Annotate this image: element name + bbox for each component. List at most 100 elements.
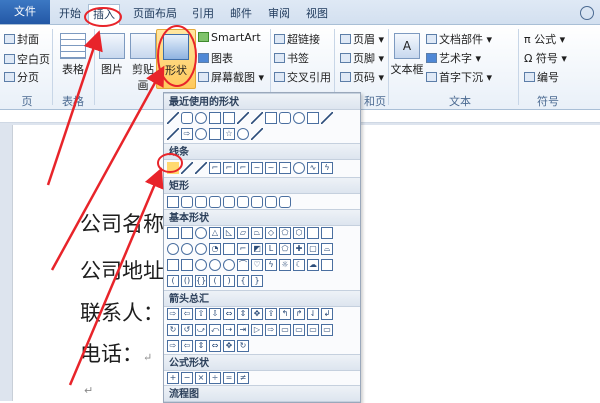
wordart-button[interactable]: 艺术字 ▾ xyxy=(426,50,481,66)
shape-item[interactable]: ⇥ xyxy=(237,324,249,336)
shape-item[interactable]: ~ xyxy=(265,162,277,174)
shape-item[interactable]: ⇦ xyxy=(181,340,193,352)
shape-item[interactable]: ⇧ xyxy=(195,308,207,320)
shape-item[interactable] xyxy=(209,259,221,271)
tab-insert[interactable]: 插入 xyxy=(88,4,120,25)
shape-item[interactable] xyxy=(181,227,193,239)
shape-item[interactable]: × xyxy=(195,372,207,384)
shape-item[interactable]: ☆ xyxy=(223,128,235,140)
shape-item[interactable]: ⬠ xyxy=(279,227,291,239)
shape-item[interactable]: ⌒ xyxy=(237,259,249,271)
shape-item[interactable] xyxy=(181,243,193,255)
shape-item[interactable]: ↱ xyxy=(293,308,305,320)
tab-view[interactable]: 视图 xyxy=(304,4,330,23)
shape-item[interactable]: ∿ xyxy=(307,162,319,174)
shape-item[interactable] xyxy=(181,259,193,271)
shape-item[interactable]: ⇨ xyxy=(167,308,179,320)
shape-item[interactable] xyxy=(321,112,333,124)
shape-item[interactable]: − xyxy=(181,372,193,384)
shape-item[interactable] xyxy=(237,128,249,140)
shape-item[interactable]: ✥ xyxy=(251,308,263,320)
shape-item[interactable]: ⬡ xyxy=(293,227,305,239)
shape-item[interactable]: ~ xyxy=(279,162,291,174)
blank-page-button[interactable]: 空白页 xyxy=(4,51,50,67)
shape-item[interactable]: ↺ xyxy=(181,324,193,336)
shape-item[interactable]: { xyxy=(237,275,249,287)
page-number-button[interactable]: 页码 ▾ xyxy=(340,69,384,85)
shape-item[interactable] xyxy=(279,196,291,208)
shape-item[interactable]: ⌐ xyxy=(223,162,235,174)
shape-item[interactable]: ↲ xyxy=(321,308,333,320)
shape-item[interactable] xyxy=(181,162,193,174)
screenshot-button[interactable]: 屏幕截图 ▾ xyxy=(198,69,264,85)
shape-item[interactable]: ⇔ xyxy=(209,340,221,352)
shape-item[interactable]: ϟ xyxy=(321,162,333,174)
shape-item[interactable]: ↰ xyxy=(279,308,291,320)
shape-item[interactable]: ⇔ xyxy=(223,308,235,320)
shape-item[interactable] xyxy=(307,112,319,124)
tab-file[interactable]: 文件 xyxy=(0,0,50,24)
tab-mailings[interactable]: 邮件 xyxy=(228,4,254,23)
shape-item[interactable] xyxy=(167,196,179,208)
shape-item[interactable]: ↻ xyxy=(167,324,179,336)
shape-item[interactable] xyxy=(167,112,179,124)
shape-item[interactable] xyxy=(321,259,333,271)
shape-item[interactable]: ▢ xyxy=(307,243,319,255)
shape-item[interactable]: ⇦ xyxy=(181,308,193,320)
shape-item[interactable] xyxy=(209,112,221,124)
shape-item[interactable] xyxy=(195,227,207,239)
smartart-button[interactable]: SmartArt xyxy=(198,31,261,44)
shape-item[interactable] xyxy=(195,259,207,271)
shape-item[interactable]: ✥ xyxy=(223,340,235,352)
hyperlink-button[interactable]: 超链接 xyxy=(274,31,320,47)
shape-item[interactable]: ⌓ xyxy=(321,243,333,255)
shape-item[interactable] xyxy=(279,112,291,124)
cross-reference-button[interactable]: 交叉引用 xyxy=(274,69,331,85)
tab-references[interactable]: 引用 xyxy=(190,4,216,23)
shape-item[interactable]: ⇃ xyxy=(307,308,319,320)
shape-item[interactable]: ↻ xyxy=(237,340,249,352)
shape-item[interactable]: ⇨ xyxy=(167,340,179,352)
shape-item[interactable] xyxy=(195,196,207,208)
shape-item[interactable]: ⬠ xyxy=(279,243,291,255)
shape-item[interactable]: ϟ xyxy=(265,259,277,271)
shape-item[interactable]: ⌐ xyxy=(209,162,221,174)
shape-item[interactable] xyxy=(209,128,221,140)
shape-item[interactable]: ▭ xyxy=(321,324,333,336)
shape-item[interactable] xyxy=(181,112,193,124)
shape-item[interactable] xyxy=(223,259,235,271)
shape-item[interactable]: △ xyxy=(209,227,221,239)
shape-item[interactable]: ♡ xyxy=(251,259,263,271)
shape-item[interactable]: ⌐ xyxy=(237,162,249,174)
shape-item[interactable] xyxy=(167,243,179,255)
shape-item[interactable]: ▭ xyxy=(279,324,291,336)
shape-item[interactable]: ◔ xyxy=(209,243,221,255)
shape-item[interactable]: ⇕ xyxy=(195,340,207,352)
shape-item[interactable] xyxy=(223,243,235,255)
tab-review[interactable]: 审阅 xyxy=(266,4,292,23)
shape-item[interactable]: + xyxy=(167,372,179,384)
shape-item[interactable] xyxy=(307,227,319,239)
shape-item[interactable] xyxy=(237,196,249,208)
clipart-button[interactable]: 剪贴画 xyxy=(128,33,158,93)
shape-item[interactable]: ▱ xyxy=(237,227,249,239)
header-button[interactable]: 页眉 ▾ xyxy=(340,31,384,47)
shape-item[interactable]: ⇨ xyxy=(265,324,277,336)
shape-item[interactable] xyxy=(181,196,193,208)
shape-item[interactable]: ▷ xyxy=(251,324,263,336)
footer-button[interactable]: 页脚 ▾ xyxy=(340,50,384,66)
shape-item[interactable]: {} xyxy=(195,275,207,287)
equation-button[interactable]: π 公式 ▾ xyxy=(524,31,565,47)
shape-item[interactable] xyxy=(265,112,277,124)
shapes-button[interactable]: 形状 xyxy=(156,29,196,89)
cover-button[interactable]: 封面 xyxy=(4,31,39,47)
page-break-button[interactable]: 分页 xyxy=(4,69,39,85)
table-button[interactable]: 表格 xyxy=(58,33,88,77)
dropcap-button[interactable]: 首字下沉 ▾ xyxy=(426,69,492,85)
bookmark-button[interactable]: 书签 xyxy=(274,50,309,66)
shape-item[interactable]: ⇨ xyxy=(181,128,193,140)
shape-item[interactable]: ≠ xyxy=(237,372,249,384)
shape-item[interactable]: ◇ xyxy=(265,227,277,239)
shape-item[interactable] xyxy=(167,128,179,140)
shape-item[interactable] xyxy=(265,196,277,208)
